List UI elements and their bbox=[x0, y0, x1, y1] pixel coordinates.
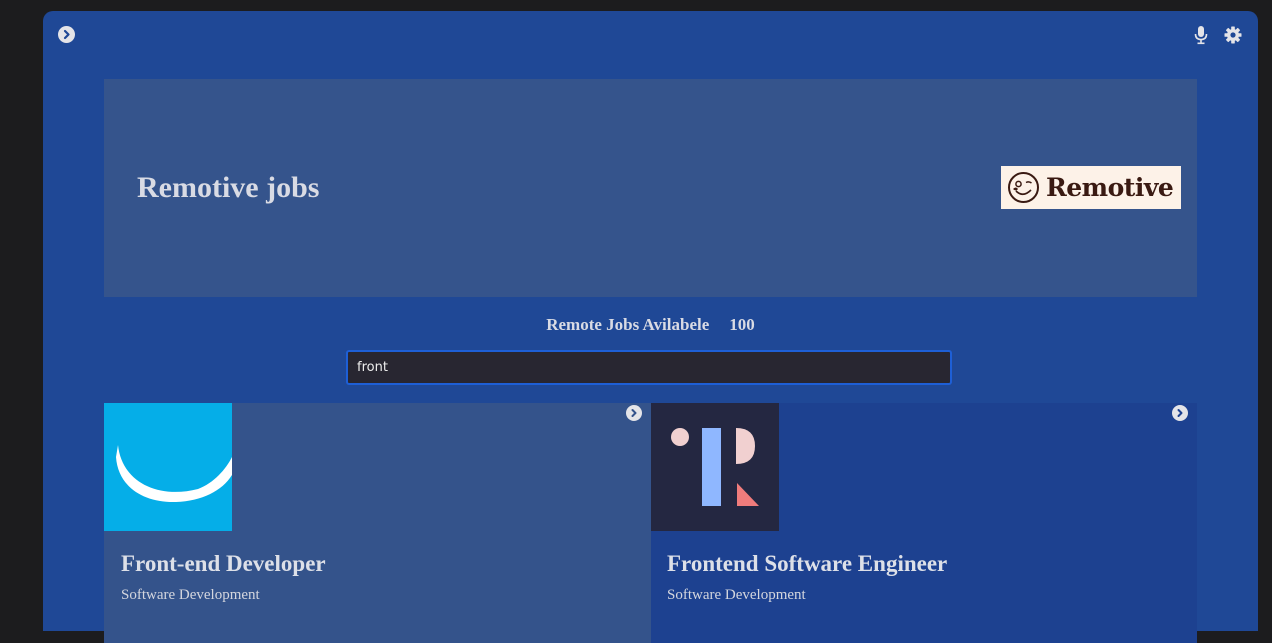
job-card[interactable]: Front-end Developer Software Development bbox=[104, 403, 651, 643]
open-job-chevron-icon[interactable] bbox=[626, 405, 642, 421]
gear-icon[interactable] bbox=[1224, 26, 1242, 44]
page-title: Remotive jobs bbox=[137, 171, 320, 204]
app-window: Remotive jobs Remotive Remote Jobs Avila… bbox=[43, 11, 1258, 643]
remotive-logo-mark-icon bbox=[1008, 172, 1039, 203]
hero-banner: Remotive jobs Remotive bbox=[104, 79, 1197, 297]
jobs-count-value: 100 bbox=[729, 315, 755, 334]
jobs-count-line: Remote Jobs Avilabele 100 bbox=[43, 315, 1258, 335]
remotive-logo: Remotive bbox=[1001, 166, 1181, 209]
open-job-chevron-icon[interactable] bbox=[1172, 405, 1188, 421]
expand-chevron-icon[interactable] bbox=[58, 26, 75, 43]
job-category: Software Development bbox=[667, 587, 806, 603]
job-title[interactable]: Front-end Developer bbox=[121, 551, 326, 577]
letter-r-shapes-logo-icon bbox=[671, 428, 759, 506]
job-title[interactable]: Frontend Software Engineer bbox=[667, 551, 947, 577]
company-logo bbox=[651, 403, 779, 531]
microphone-icon[interactable] bbox=[1194, 26, 1208, 45]
smile-arc-logo-icon bbox=[116, 445, 232, 503]
logo-wordmark: Remotive bbox=[1046, 173, 1174, 202]
job-card[interactable]: Frontend Software Engineer Software Deve… bbox=[651, 403, 1197, 643]
jobs-count-label: Remote Jobs Avilabele bbox=[546, 315, 710, 334]
company-logo bbox=[104, 403, 232, 531]
search-input[interactable] bbox=[346, 350, 952, 385]
job-category: Software Development bbox=[121, 587, 260, 603]
